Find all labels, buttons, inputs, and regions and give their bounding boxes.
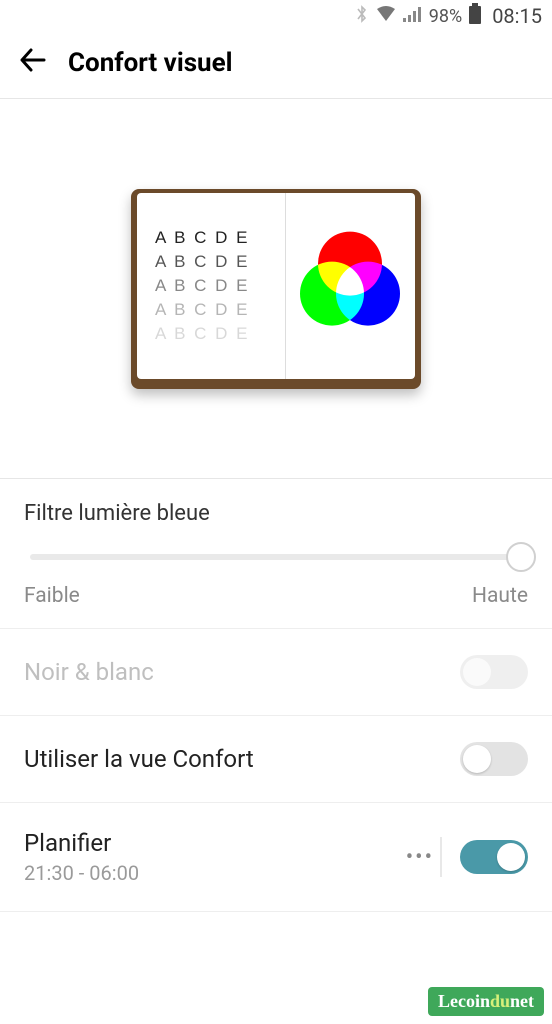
status-bar: 98% 08:15: [0, 0, 552, 32]
schedule-text: Planifier 21:30 - 06:00: [24, 829, 139, 885]
schedule-sublabel: 21:30 - 06:00: [24, 861, 139, 885]
app-header: Confort visuel: [0, 32, 552, 99]
wifi-icon: [375, 5, 397, 28]
battery-icon: [468, 3, 482, 30]
schedule-toggle[interactable]: [460, 840, 528, 874]
black-white-row: Noir & blanc: [0, 629, 552, 716]
book-page-left: A B C D E A B C D E A B C D E A B C D E …: [137, 193, 286, 379]
slider-labels: Faible Haute: [24, 584, 528, 608]
sample-text: A B C D E: [155, 324, 285, 344]
slider-min-label: Faible: [24, 584, 80, 608]
sample-text: A B C D E: [155, 276, 285, 296]
filter-label: Filtre lumière bleue: [24, 501, 528, 526]
sample-text: A B C D E: [155, 300, 285, 320]
slider-thumb[interactable]: [506, 542, 536, 572]
schedule-row[interactable]: Planifier 21:30 - 06:00 •••: [0, 803, 552, 912]
comfort-view-row[interactable]: Utiliser la vue Confort: [0, 716, 552, 803]
clock-time: 08:15: [492, 4, 542, 28]
comfort-view-toggle[interactable]: [460, 742, 528, 776]
bluetooth-icon: [355, 4, 369, 29]
slider-max-label: Haute: [472, 584, 528, 608]
black-white-toggle: [460, 655, 528, 689]
sample-text: A B C D E: [155, 252, 285, 272]
signal-icon: [403, 5, 423, 28]
sample-text: A B C D E: [155, 228, 285, 248]
book-page-right: [286, 193, 416, 379]
more-icon[interactable]: •••: [406, 837, 442, 877]
blue-light-filter-section: Filtre lumière bleue Faible Haute: [0, 479, 552, 629]
watermark: Lecoindunet: [428, 987, 544, 1016]
illustration: A B C D E A B C D E A B C D E A B C D E …: [0, 99, 552, 479]
battery-percent: 98%: [429, 6, 462, 27]
schedule-label: Planifier: [24, 829, 139, 857]
back-arrow-icon[interactable]: [18, 46, 46, 80]
comfort-view-label: Utiliser la vue Confort: [24, 745, 254, 773]
book-illustration: A B C D E A B C D E A B C D E A B C D E …: [131, 189, 421, 389]
page-title: Confort visuel: [68, 48, 233, 78]
black-white-label: Noir & blanc: [24, 658, 154, 686]
filter-slider[interactable]: [30, 554, 522, 560]
